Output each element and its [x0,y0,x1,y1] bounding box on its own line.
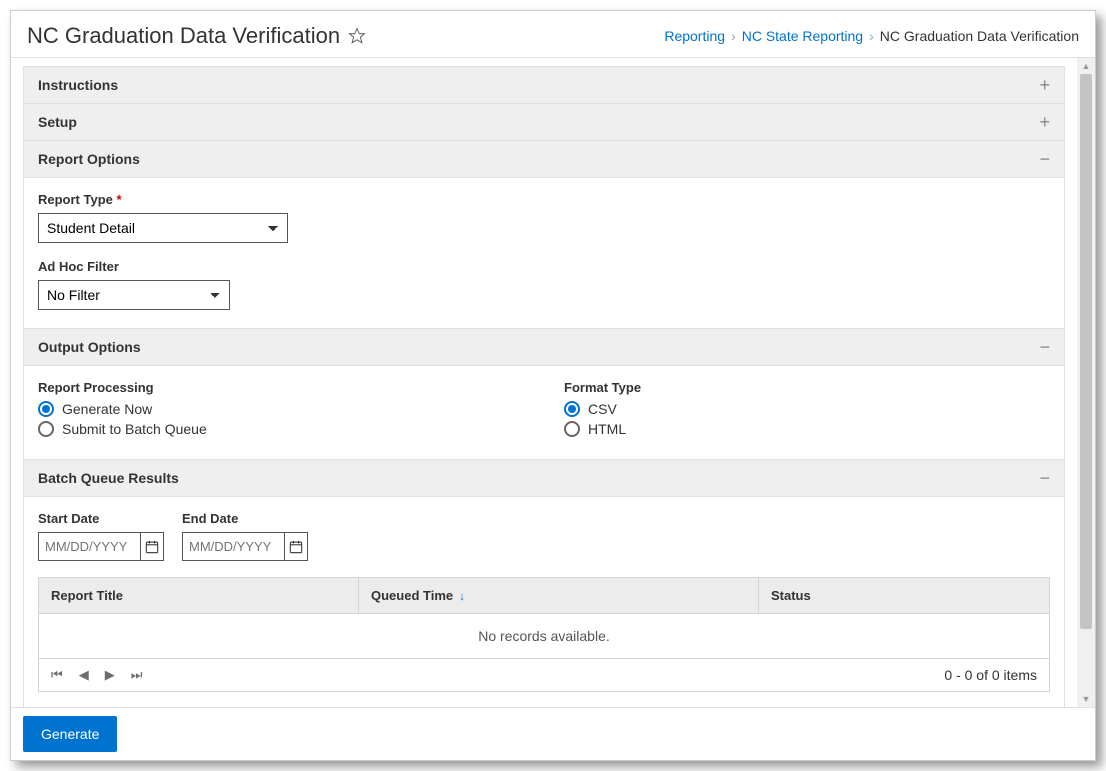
section-batch-queue-title: Batch Queue Results [38,470,179,486]
grid-pager: ⏮ ◀ ▶ ⏭ [51,667,142,683]
calendar-icon [289,540,303,554]
breadcrumb-link-state-reporting[interactable]: NC State Reporting [742,28,863,44]
radio-icon [38,421,54,437]
generate-button[interactable]: Generate [23,716,117,752]
start-date-calendar-button[interactable] [140,533,163,560]
section-instructions-header[interactable]: Instructions + [23,66,1065,104]
footer-bar: Generate [11,707,1095,760]
section-report-options-title: Report Options [38,151,140,167]
pager-next-button[interactable]: ▶ [105,667,115,683]
calendar-icon [145,540,159,554]
scroll-down-icon: ▼ [1077,691,1095,707]
adhoc-filter-label: Ad Hoc Filter [38,259,1050,274]
section-batch-queue-header[interactable]: Batch Queue Results − [23,460,1065,497]
end-date-input-wrapper [182,532,308,561]
scrollbar-thumb[interactable] [1080,74,1092,629]
start-date-input[interactable] [39,533,140,560]
sort-ascending-icon: ↓ [459,589,465,603]
grid-footer: ⏮ ◀ ▶ ⏭ 0 - 0 of 0 items [39,659,1049,691]
scrollbar-track [1077,74,1095,691]
pager-last-button[interactable]: ⏭ [131,667,143,683]
required-marker: * [117,192,122,207]
section-output-options-body: Report Processing Generate Now Submit to… [23,366,1065,460]
chevron-right-icon: › [731,28,736,44]
grid-col-queued-time[interactable]: Queued Time ↓ [359,578,759,613]
end-date-calendar-button[interactable] [284,533,307,560]
start-date-input-wrapper [38,532,164,561]
report-processing-label: Report Processing [38,380,524,395]
pager-first-button[interactable]: ⏮ [51,667,63,683]
grid-col-status[interactable]: Status [759,578,1049,613]
breadcrumb-link-reporting[interactable]: Reporting [664,28,725,44]
page-title: NC Graduation Data Verification [27,23,366,49]
radio-icon [564,401,580,417]
vertical-scrollbar[interactable]: ▲ ▼ [1077,58,1095,707]
batch-queue-grid: Report Title Queued Time ↓ Status No rec… [38,577,1050,692]
section-instructions-title: Instructions [38,77,118,93]
section-output-options-header[interactable]: Output Options − [23,329,1065,366]
expand-icon: + [1039,113,1050,131]
breadcrumb: Reporting › NC State Reporting › NC Grad… [664,28,1079,44]
grid-header-row: Report Title Queued Time ↓ Status [39,578,1049,614]
radio-csv[interactable]: CSV [564,401,1050,417]
pager-prev-button[interactable]: ◀ [79,667,89,683]
favorite-star-icon[interactable] [348,27,366,45]
section-setup-title: Setup [38,114,77,130]
collapse-icon: − [1039,338,1050,356]
radio-icon [564,421,580,437]
section-report-options-header[interactable]: Report Options − [23,141,1065,178]
radio-html[interactable]: HTML [564,421,1050,437]
expand-icon: + [1039,76,1050,94]
breadcrumb-current: NC Graduation Data Verification [880,28,1079,44]
collapse-icon: − [1039,469,1050,487]
radio-submit-batch[interactable]: Submit to Batch Queue [38,421,524,437]
chevron-right-icon: › [869,28,874,44]
radio-icon [38,401,54,417]
end-date-input[interactable] [183,533,284,560]
section-report-options-body: Report Type * Student Detail Ad Hoc Filt… [23,178,1065,329]
report-type-select[interactable]: Student Detail [38,213,288,243]
end-date-label: End Date [182,511,308,526]
format-type-label: Format Type [564,380,1050,395]
radio-generate-now[interactable]: Generate Now [38,401,524,417]
scroll-up-icon: ▲ [1077,58,1095,74]
adhoc-filter-select[interactable]: No Filter [38,280,230,310]
section-setup-header[interactable]: Setup + [23,104,1065,141]
start-date-label: Start Date [38,511,164,526]
section-batch-queue-body: Start Date [23,497,1065,707]
report-type-label: Report Type * [38,192,1050,207]
page-title-text: NC Graduation Data Verification [27,23,340,49]
grid-col-report-title[interactable]: Report Title [39,578,359,613]
grid-empty-message: No records available. [39,614,1049,659]
grid-records-info: 0 - 0 of 0 items [944,667,1037,683]
section-output-options-title: Output Options [38,339,141,355]
collapse-icon: − [1039,150,1050,168]
